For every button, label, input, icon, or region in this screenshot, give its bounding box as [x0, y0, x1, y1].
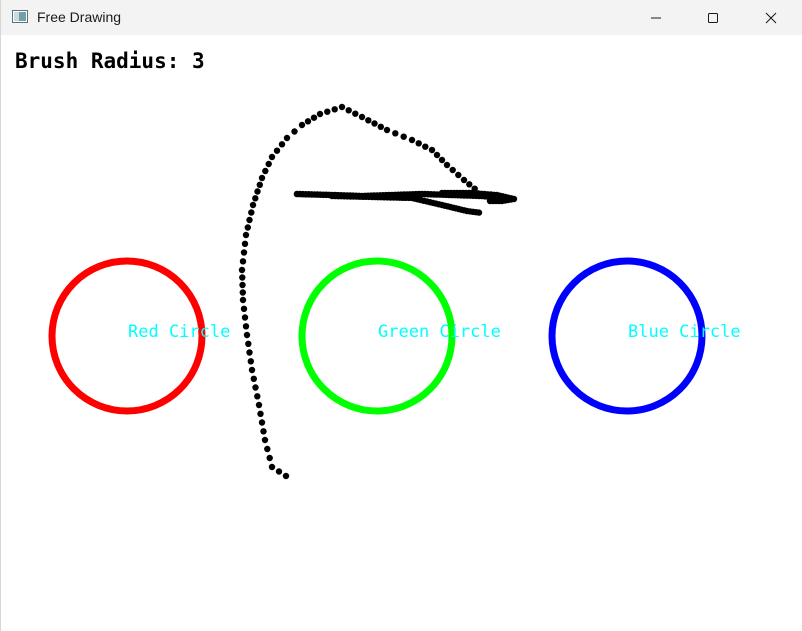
- freehand-stroke: [238, 103, 518, 480]
- brush-dot: [242, 231, 250, 239]
- brush-dot: [266, 454, 273, 462]
- drawing-surface[interactable]: Brush Radius: 3 Red Circle Green Circle …: [2, 35, 802, 631]
- brush-dot: [283, 134, 291, 142]
- brush-dot: [304, 118, 312, 125]
- brush-dot: [239, 258, 247, 265]
- brush-dot: [255, 401, 263, 409]
- brush-dot: [246, 216, 253, 224]
- close-button[interactable]: [748, 0, 794, 35]
- brush-dot: [252, 384, 259, 391]
- brush-dot: [254, 393, 261, 400]
- brush-dot: [438, 156, 446, 164]
- brush-dot: [249, 201, 257, 209]
- brush-dot: [256, 181, 263, 188]
- brush-dot: [239, 296, 247, 304]
- brush-dot: [455, 171, 462, 179]
- brush-dot: [268, 463, 276, 471]
- brush-dot: [275, 468, 283, 475]
- brush-dot: [345, 107, 352, 114]
- title-bar[interactable]: Free Drawing: [1, 0, 802, 35]
- brush-dot: [298, 121, 306, 129]
- brush-dot: [324, 108, 331, 115]
- minimize-icon: [651, 17, 661, 18]
- brush-dot: [486, 197, 494, 205]
- red-circle-label: Red Circle: [128, 322, 230, 342]
- minimize-button[interactable]: [633, 0, 679, 35]
- brush-dot: [238, 266, 246, 274]
- brush-dot: [475, 209, 483, 216]
- brush-dot: [365, 117, 372, 124]
- brush-dot: [352, 110, 359, 117]
- brush-dot: [383, 126, 391, 134]
- brush-dot: [264, 445, 271, 453]
- brush-dot: [243, 331, 251, 339]
- brush-dot: [422, 143, 429, 150]
- brush-dot: [265, 160, 272, 168]
- drawing-canvas[interactable]: Brush Radius: 3 Red Circle Green Circle …: [2, 35, 802, 631]
- close-icon: [765, 12, 777, 23]
- brush-dot: [252, 195, 259, 202]
- brush-dot: [316, 110, 324, 118]
- brush-dot: [273, 147, 281, 154]
- brush-dot: [258, 419, 266, 426]
- brush-dot: [239, 281, 246, 289]
- maximize-button[interactable]: [690, 0, 736, 35]
- brush-dot: [358, 113, 366, 121]
- brush-dot: [268, 153, 276, 161]
- window-title: Free Drawing: [37, 9, 122, 25]
- app-window: Free Drawing Brush Radius: 3 Red Circle …: [0, 0, 802, 631]
- maximize-icon: [708, 12, 718, 23]
- brush-dot: [244, 224, 251, 231]
- brush-dot: [415, 140, 422, 147]
- brush-dot: [262, 167, 269, 175]
- brush-dot: [258, 174, 266, 182]
- brush-dot: [310, 114, 318, 121]
- brush-dot: [338, 103, 346, 111]
- brush-dot: [282, 472, 290, 480]
- brush-radius-text: Brush Radius: 3: [15, 49, 205, 73]
- brush-dot: [248, 209, 255, 216]
- brush-dot: [245, 340, 252, 347]
- blue-circle-label: Blue Circle: [628, 322, 741, 342]
- brush-dot: [392, 130, 399, 137]
- brush-dot: [250, 375, 257, 382]
- brush-dot: [239, 289, 246, 296]
- brush-dot: [466, 181, 473, 188]
- brush-dot: [460, 176, 468, 184]
- brush-dot: [254, 188, 261, 195]
- brush-dot: [240, 249, 248, 256]
- brush-dot: [260, 428, 267, 435]
- brush-dot: [242, 323, 250, 330]
- brush-dot: [241, 240, 249, 247]
- brush-dot: [377, 123, 384, 130]
- brush-dot: [331, 106, 338, 113]
- brush-dot: [261, 436, 269, 444]
- brush-dot: [239, 274, 246, 281]
- brush-dot: [449, 166, 456, 174]
- brush-dot: [246, 349, 253, 356]
- brush-dot: [241, 314, 249, 321]
- app-window-icon: [12, 10, 28, 23]
- green-circle-label: Green Circle: [378, 322, 501, 342]
- brush-dot: [428, 146, 436, 154]
- brush-dot: [433, 151, 441, 159]
- brush-dot: [408, 136, 416, 144]
- brush-dot: [257, 410, 264, 417]
- brush-dot: [443, 161, 451, 169]
- brush-dot: [400, 133, 407, 140]
- brush-dot: [278, 141, 286, 148]
- brush-dot: [291, 128, 298, 135]
- brush-dot: [248, 366, 256, 374]
- brush-dot: [247, 358, 254, 365]
- brush-dot: [371, 120, 378, 127]
- brush-dot: [240, 305, 248, 312]
